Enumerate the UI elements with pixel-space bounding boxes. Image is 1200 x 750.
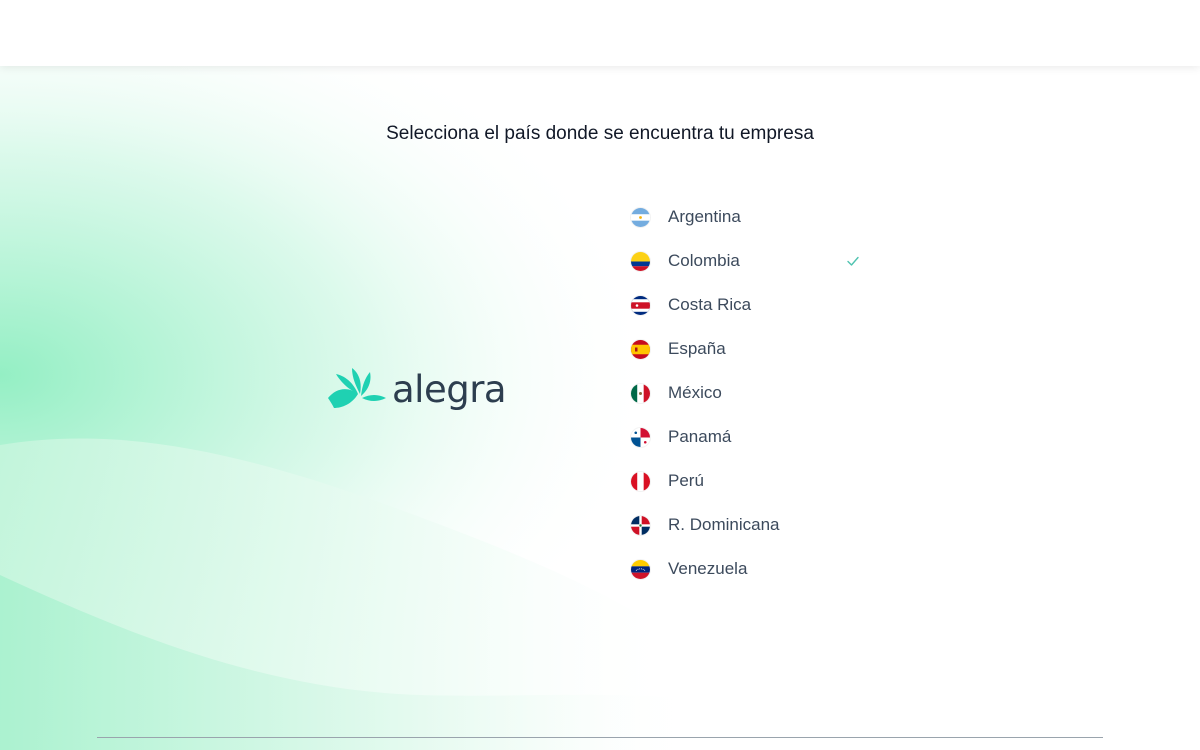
country-list: Argentina Colombia Costa Rica España Méx… bbox=[622, 195, 872, 591]
alegra-logo: alegra bbox=[328, 367, 507, 412]
country-label: Venezuela bbox=[668, 559, 748, 578]
country-selection-page: Selecciona el país donde se encuentra tu… bbox=[0, 0, 1200, 750]
country-option-venezuela[interactable]: Venezuela bbox=[622, 547, 872, 591]
venezuela-flag-icon bbox=[631, 559, 650, 579]
spain-flag-icon bbox=[631, 339, 650, 359]
colombia-flag-icon bbox=[631, 251, 650, 271]
argentina-flag-icon bbox=[631, 207, 650, 227]
country-label: Costa Rica bbox=[668, 295, 752, 314]
country-label: España bbox=[668, 339, 726, 358]
country-option-espana[interactable]: España bbox=[622, 327, 872, 371]
alegra-logo-mark-icon bbox=[328, 368, 386, 408]
country-label: Perú bbox=[668, 471, 704, 490]
peru-flag-icon bbox=[631, 471, 650, 491]
country-option-r-dominicana[interactable]: R. Dominicana bbox=[622, 503, 872, 547]
country-option-panama[interactable]: Panamá bbox=[622, 415, 872, 459]
dominican-republic-flag-icon bbox=[631, 515, 650, 535]
country-label: Panamá bbox=[668, 427, 732, 446]
country-option-peru[interactable]: Perú bbox=[622, 459, 872, 503]
country-label: México bbox=[668, 383, 722, 402]
costa-rica-flag-icon bbox=[631, 295, 650, 315]
panama-flag-icon bbox=[631, 427, 650, 447]
country-label: Argentina bbox=[668, 207, 741, 226]
background-gradient bbox=[0, 0, 1200, 750]
country-option-mexico[interactable]: México bbox=[622, 371, 872, 415]
footer-divider bbox=[97, 737, 1103, 738]
country-option-colombia[interactable]: Colombia bbox=[622, 239, 872, 283]
logo-text: alegra bbox=[392, 367, 507, 411]
country-label: R. Dominicana bbox=[668, 515, 780, 534]
top-bar bbox=[0, 0, 1200, 66]
country-option-argentina[interactable]: Argentina bbox=[622, 195, 872, 239]
country-label: Colombia bbox=[668, 251, 740, 270]
check-icon bbox=[847, 256, 859, 266]
country-option-costa-rica[interactable]: Costa Rica bbox=[622, 283, 872, 327]
mexico-flag-icon bbox=[631, 383, 650, 403]
page-title: Selecciona el país donde se encuentra tu… bbox=[386, 123, 814, 144]
